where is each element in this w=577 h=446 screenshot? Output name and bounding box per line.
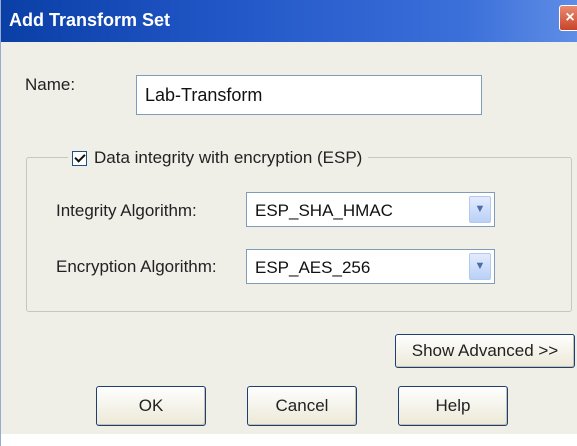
close-icon: ×: [565, 9, 575, 26]
encryption-algorithm-select[interactable]: ESP_AES_256 ▼: [246, 249, 495, 284]
add-transform-set-dialog: Add Transform Set × Name: Lab-Transform …: [0, 0, 577, 446]
encryption-algorithm-label: Encryption Algorithm:: [56, 257, 217, 276]
ok-button[interactable]: OK: [96, 386, 206, 426]
chevron-down-icon[interactable]: ▼: [469, 253, 491, 280]
esp-checkbox-label: Data integrity with encryption (ESP): [94, 148, 363, 167]
integrity-algorithm-value: ESP_SHA_HMAC: [255, 201, 393, 220]
dialog-bottom-edge: [1, 434, 577, 446]
encryption-algorithm-value: ESP_AES_256: [255, 258, 371, 277]
name-input[interactable]: Lab-Transform: [136, 75, 482, 115]
esp-checkbox-row[interactable]: Data integrity with encryption (ESP): [68, 146, 369, 170]
close-button[interactable]: ×: [559, 5, 577, 31]
title-bar[interactable]: Add Transform Set ×: [1, 0, 577, 42]
esp-checkbox[interactable]: [72, 150, 87, 166]
dialog-title: Add Transform Set: [9, 10, 171, 30]
show-advanced-button[interactable]: Show Advanced >>: [395, 334, 575, 368]
chevron-down-icon[interactable]: ▼: [469, 196, 491, 223]
integrity-algorithm-label: Integrity Algorithm:: [56, 201, 197, 220]
integrity-algorithm-select[interactable]: ESP_SHA_HMAC ▼: [246, 192, 495, 227]
help-button[interactable]: Help: [398, 386, 508, 426]
esp-group-box: [26, 157, 572, 312]
cancel-button[interactable]: Cancel: [247, 386, 357, 426]
name-label: Name:: [25, 75, 76, 94]
